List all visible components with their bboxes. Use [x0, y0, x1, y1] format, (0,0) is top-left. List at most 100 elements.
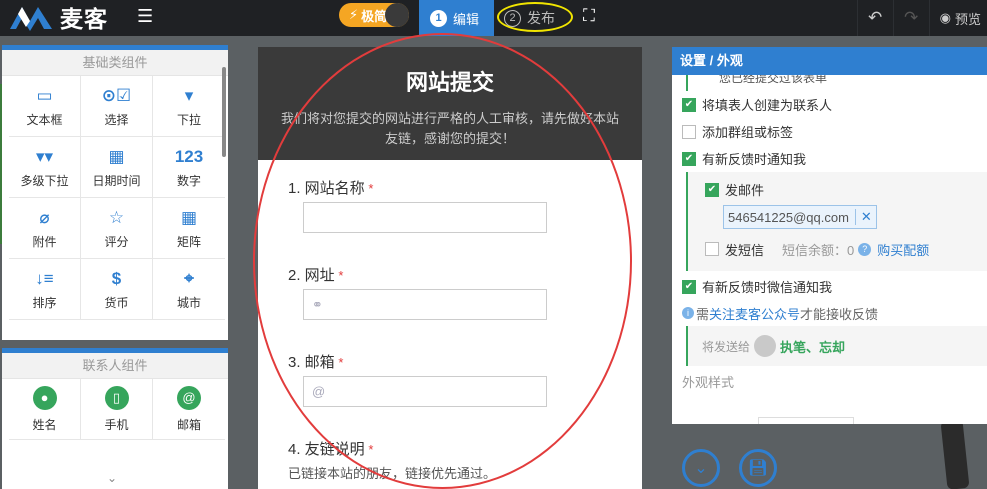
simple-mode-toggle[interactable]: ⚡ 极简	[339, 3, 409, 27]
hamburger-menu-icon[interactable]: ☰	[137, 6, 153, 27]
component-item[interactable]: ☆ 评分	[81, 198, 153, 259]
sms-balance: 短信余额：0	[782, 242, 855, 258]
option-label: 有新反馈时通知我	[702, 152, 807, 167]
component-grid: ● 姓名 ▯ 手机 @ 邮箱	[9, 379, 228, 440]
email-recipient-tag[interactable]: 546541225@qq.com ✕	[723, 205, 877, 229]
eye-icon: ◉	[939, 10, 951, 25]
component-item[interactable]: ▾ 下拉	[153, 76, 225, 137]
form-title: 网站提交	[405, 70, 494, 95]
question-site-name[interactable]: 1. 网站名称 *	[288, 177, 373, 198]
option-send-email[interactable]: ✔ 发邮件	[688, 176, 987, 203]
question-label: 2. 网址	[288, 267, 335, 284]
component-item[interactable]: ⊙☑ 选择	[81, 76, 153, 137]
component-item[interactable]: ⌀ 附件	[9, 198, 81, 259]
option-create-contact[interactable]: ✔ 将填表人创建为联系人	[672, 91, 987, 118]
form-header[interactable]: 网站提交 我们将对您提交的网站进行严格的人工审核，请先做好本站友链，感谢您的提交…	[258, 47, 642, 160]
checkbox-checked-icon[interactable]: ✔	[705, 182, 719, 197]
component-item[interactable]: ▦ 日期时间	[81, 137, 153, 198]
checkbox-unchecked-icon[interactable]	[682, 124, 696, 139]
send-to-row: 将发送给 执笔、忘却	[686, 326, 987, 366]
component-item[interactable]: ▭ 文本框	[9, 76, 81, 137]
follow-account-link[interactable]: 关注麦客公众号	[709, 304, 800, 323]
info-icon: i	[682, 307, 694, 319]
question-email[interactable]: 3. 邮箱 *	[288, 351, 343, 372]
number-icon: 123	[174, 146, 204, 166]
site-name-input[interactable]	[303, 202, 547, 233]
undo-icon[interactable]: ↶	[856, 0, 893, 36]
redo-icon[interactable]: ↷	[892, 0, 929, 36]
required-mark: *	[338, 268, 344, 283]
toggle-knob	[385, 3, 409, 27]
component-label: 邮箱	[176, 417, 201, 432]
component-item[interactable]: @ 邮箱	[153, 379, 225, 440]
option-wechat-notify[interactable]: ✔ 有新反馈时微信通知我	[672, 273, 987, 300]
option-send-sms[interactable]: 发短信 短信余额：0 ? 购买配额	[688, 235, 987, 263]
appearance-label: 外观样式	[682, 375, 735, 390]
chevron-down-icon[interactable]: ⌄	[107, 471, 117, 485]
option-add-group[interactable]: 添加群组或标签	[672, 118, 987, 145]
preview-button[interactable]: ◉ 预览	[928, 0, 987, 36]
option-label: 将填表人创建为联系人	[702, 98, 833, 113]
question-url[interactable]: 2. 网址 *	[288, 264, 343, 285]
option-label: 发邮件	[725, 183, 765, 198]
component-label: 评分	[104, 234, 129, 249]
required-mark: *	[368, 442, 374, 457]
logo[interactable]: 麦客	[8, 2, 108, 32]
save-icon[interactable]: 💾︎	[739, 449, 777, 487]
question-note: 已链接本站的朋友，链接优先通过。	[288, 466, 497, 481]
option-notify-feedback[interactable]: ✔ 有新反馈时通知我	[672, 145, 987, 172]
currency-icon: $	[111, 268, 122, 288]
clipped-text: 您已经提交过该表单	[686, 75, 987, 91]
step-number: 1	[430, 9, 447, 27]
step-edit-tab[interactable]: 1 编辑	[419, 0, 494, 36]
component-item[interactable]: ▦ 矩阵	[153, 198, 225, 259]
scrollbar[interactable]	[222, 67, 226, 157]
component-item[interactable]: ● 姓名	[9, 379, 81, 440]
step-publish-tab[interactable]: 2 发布	[496, 0, 574, 36]
dropdown-icon: ▾	[184, 85, 194, 105]
component-item[interactable]: $ 货币	[81, 259, 153, 320]
component-label: 排序	[32, 295, 57, 310]
email-input[interactable]: @	[303, 376, 547, 407]
settings-panel: 设置 / 外观 您已经提交过该表单 ✔ 将填表人创建为联系人 添加群组或标签 ✔…	[672, 47, 987, 424]
buy-quota-link[interactable]: 购买配额	[877, 240, 929, 259]
toolbar-right: ↶ ↷ ◉ 预览	[856, 0, 987, 36]
notify-sub-options: ✔ 发邮件 546541225@qq.com ✕ 发短信 短信余额：0 ? 购买…	[686, 172, 987, 271]
location-icon: ⌖	[184, 268, 194, 288]
checkbox-checked-icon[interactable]: ✔	[682, 151, 696, 166]
checkbox-unchecked-icon[interactable]	[705, 242, 719, 256]
checkbox-checked-icon[interactable]: ✔	[682, 97, 696, 112]
question-link-note[interactable]: 4. 友链说明 * 已链接本站的朋友，链接优先通过。	[288, 438, 496, 482]
mode-label: 极简	[361, 8, 388, 24]
url-input[interactable]: ⚭	[303, 289, 547, 320]
recipients[interactable]: 执笔、忘却	[780, 337, 845, 356]
component-item[interactable]: ▯ 手机	[81, 379, 153, 440]
component-item[interactable]: ⌖ 城市	[153, 259, 225, 320]
qr-code-icon[interactable]: ⛶	[576, 3, 602, 29]
help-icon[interactable]: ?	[858, 242, 872, 256]
avatar	[754, 335, 777, 357]
multi-dropdown-icon: ▾▾	[35, 146, 54, 166]
panel-title: 基础类组件	[2, 50, 228, 76]
option-label: 有新反馈时微信通知我	[702, 280, 833, 295]
bolt-icon: ⚡	[349, 7, 359, 22]
question-label: 4. 友链说明	[288, 441, 365, 458]
basic-components-panel: 基础类组件 ▭ 文本框 ⊙☑ 选择 ▾ 下拉 ▾▾ 多级下拉 ▦ 日期时间 123 数字 ⌀ 附件 ☆ 评分 ▦…	[2, 45, 228, 340]
chevron-down-icon[interactable]: ⌄	[682, 449, 720, 487]
phone-icon: ▯	[104, 385, 129, 410]
component-label: 多级下拉	[20, 173, 69, 188]
link-icon: ⚭	[312, 296, 323, 312]
settings-title: 设置 / 外观	[672, 47, 987, 75]
step-label: 编辑	[453, 11, 480, 27]
component-item[interactable]: 123 数字	[153, 137, 225, 198]
appearance-selector[interactable]	[758, 417, 854, 424]
component-item[interactable]: ▾▾ 多级下拉	[9, 137, 81, 198]
close-icon[interactable]: ✕	[854, 209, 872, 225]
component-label: 姓名	[32, 417, 57, 432]
step-label: 发布	[527, 10, 555, 26]
component-item[interactable]: ↓≡ 排序	[9, 259, 81, 320]
component-label: 矩阵	[176, 234, 201, 249]
question-label: 3. 邮箱	[288, 354, 335, 371]
checkbox-checked-icon[interactable]: ✔	[682, 279, 696, 294]
option-label: 添加群组或标签	[702, 125, 794, 140]
